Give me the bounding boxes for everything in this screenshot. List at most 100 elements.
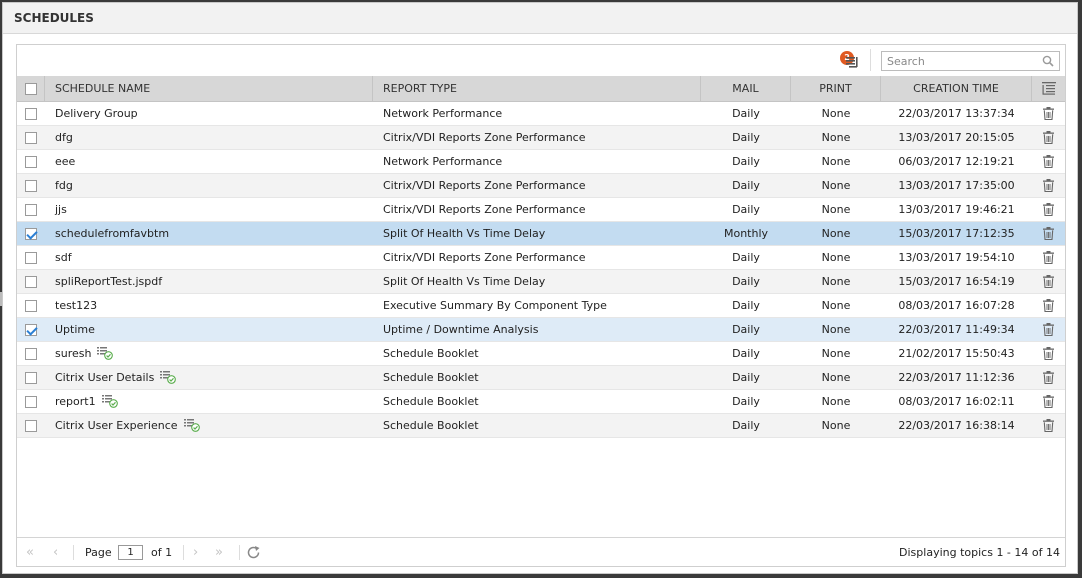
row-checkbox[interactable]: [25, 252, 37, 264]
column-chooser-button[interactable]: 2: [840, 51, 862, 71]
creation-time-cell: 13/03/2017 20:15:05: [898, 131, 1015, 144]
row-checkbox[interactable]: [25, 156, 37, 168]
row-select-cell: [17, 366, 45, 389]
trash-icon[interactable]: [1043, 227, 1054, 240]
schedule-name-cell: test123: [45, 294, 373, 317]
table-row[interactable]: dfg Citrix/VDI Reports Zone Performance Da…: [17, 126, 1065, 150]
trash-icon[interactable]: [1043, 179, 1054, 192]
table-row[interactable]: spliReportTest.jspdf Split Of Health Vs T…: [17, 270, 1065, 294]
trash-icon[interactable]: [1043, 419, 1054, 432]
schedule-name-cell: suresh: [45, 342, 373, 365]
column-header-print[interactable]: PRINT: [791, 76, 881, 101]
schedule-name-cell: eee: [45, 150, 373, 173]
trash-icon[interactable]: [1043, 131, 1054, 144]
row-select-cell: [17, 102, 45, 125]
booklet-icon: [160, 370, 177, 384]
table-row[interactable]: Uptime Uptime / Downtime Analysis Daily Non…: [17, 318, 1065, 342]
pager-status: Displaying topics 1 - 14 of 14: [899, 546, 1060, 559]
table-row[interactable]: eee Network Performance Daily None 06/03/201…: [17, 150, 1065, 174]
creation-time-cell: 08/03/2017 16:02:11: [898, 395, 1015, 408]
search-icon[interactable]: [1042, 55, 1054, 67]
refresh-icon[interactable]: [246, 545, 261, 560]
trash-icon[interactable]: [1043, 395, 1054, 408]
delete-selected-icon[interactable]: [1042, 82, 1056, 95]
schedule-name-cell: schedulefromfavbtm: [45, 222, 373, 245]
delete-cell: [1032, 366, 1065, 389]
trash-icon[interactable]: [1043, 155, 1054, 168]
column-header-creation-time[interactable]: CREATION TIME: [881, 76, 1032, 101]
print-cell: None: [821, 107, 851, 120]
schedule-name: test123: [55, 299, 98, 312]
table-row[interactable]: sdf Citrix/VDI Reports Zone Performance Da…: [17, 246, 1065, 270]
row-checkbox[interactable]: [25, 228, 37, 240]
column-header-report-type[interactable]: REPORT TYPE: [373, 76, 701, 101]
mail-cell: Daily: [732, 179, 760, 192]
row-checkbox[interactable]: [25, 108, 37, 120]
trash-icon[interactable]: [1043, 323, 1054, 336]
search-input[interactable]: [882, 52, 1037, 70]
creation-time-cell: 22/03/2017 11:49:34: [898, 323, 1015, 336]
next-page-icon[interactable]: ›: [193, 538, 198, 567]
trash-icon[interactable]: [1043, 299, 1054, 312]
column-header-schedule-name[interactable]: SCHEDULE NAME: [45, 76, 373, 101]
schedule-name: sdf: [55, 251, 72, 264]
row-checkbox[interactable]: [25, 276, 37, 288]
row-checkbox[interactable]: [25, 204, 37, 216]
pager-divider: [73, 545, 74, 560]
row-checkbox[interactable]: [25, 420, 37, 432]
row-select-cell: [17, 174, 45, 197]
row-checkbox[interactable]: [25, 132, 37, 144]
report-type-cell: Citrix/VDI Reports Zone Performance: [383, 203, 586, 216]
column-header-mail[interactable]: MAIL: [701, 76, 791, 101]
table-row[interactable]: Citrix User Details Schedule Booklet Daily…: [17, 366, 1065, 390]
schedule-name-cell: sdf: [45, 246, 373, 269]
print-cell: None: [821, 131, 851, 144]
first-page-icon[interactable]: «: [26, 538, 34, 567]
trash-icon[interactable]: [1043, 275, 1054, 288]
select-all-checkbox[interactable]: [25, 83, 37, 95]
creation-time-cell: 06/03/2017 12:19:21: [898, 155, 1015, 168]
column-list-icon: [846, 57, 858, 68]
row-checkbox[interactable]: [25, 180, 37, 192]
schedule-name-cell: report1: [45, 390, 373, 413]
row-checkbox[interactable]: [25, 300, 37, 312]
trash-icon[interactable]: [1043, 107, 1054, 120]
mail-cell: Daily: [732, 275, 760, 288]
booklet-icon: [101, 394, 118, 408]
row-checkbox[interactable]: [25, 348, 37, 360]
table-row[interactable]: schedulefromfavbtm Split Of Health Vs Tim…: [17, 222, 1065, 246]
last-page-icon[interactable]: »: [215, 538, 223, 567]
table-row[interactable]: Delivery Group Network Performance Daily No…: [17, 102, 1065, 126]
row-checkbox[interactable]: [25, 372, 37, 384]
page-number-input[interactable]: [118, 545, 143, 560]
print-cell: None: [821, 179, 851, 192]
row-checkbox[interactable]: [25, 396, 37, 408]
print-cell: None: [821, 371, 851, 384]
trash-icon[interactable]: [1043, 347, 1054, 360]
table-row[interactable]: jjs Citrix/VDI Reports Zone Performance Da…: [17, 198, 1065, 222]
trash-icon[interactable]: [1043, 251, 1054, 264]
report-type-cell: Split Of Health Vs Time Delay: [383, 275, 546, 288]
print-cell: None: [821, 227, 851, 240]
previous-page-icon[interactable]: ‹: [53, 538, 58, 567]
row-select-cell: [17, 414, 45, 437]
report-type-cell: Citrix/VDI Reports Zone Performance: [383, 131, 586, 144]
page-count-label: of 1: [151, 546, 173, 559]
table-row[interactable]: report1 Schedule Booklet Daily None 08/03/20…: [17, 390, 1065, 414]
row-checkbox[interactable]: [25, 324, 37, 336]
delete-cell: [1032, 222, 1065, 245]
print-cell: None: [821, 419, 851, 432]
table-row[interactable]: fdg Citrix/VDI Reports Zone Performance Da…: [17, 174, 1065, 198]
table-row[interactable]: test123 Executive Summary By Component Ty…: [17, 294, 1065, 318]
booklet-icon: [97, 346, 114, 360]
trash-icon[interactable]: [1043, 203, 1054, 216]
pager-divider: [239, 545, 240, 560]
mail-cell: Daily: [732, 107, 760, 120]
table-row[interactable]: suresh Schedule Booklet Daily None 21/02/201…: [17, 342, 1065, 366]
schedule-name-cell: Delivery Group: [45, 102, 373, 125]
creation-time-cell: 08/03/2017 16:07:28: [898, 299, 1015, 312]
schedule-name-cell: dfg: [45, 126, 373, 149]
trash-icon[interactable]: [1043, 371, 1054, 384]
page-label: Page: [85, 546, 112, 559]
table-row[interactable]: Citrix User Experience Schedule Booklet Da…: [17, 414, 1065, 438]
